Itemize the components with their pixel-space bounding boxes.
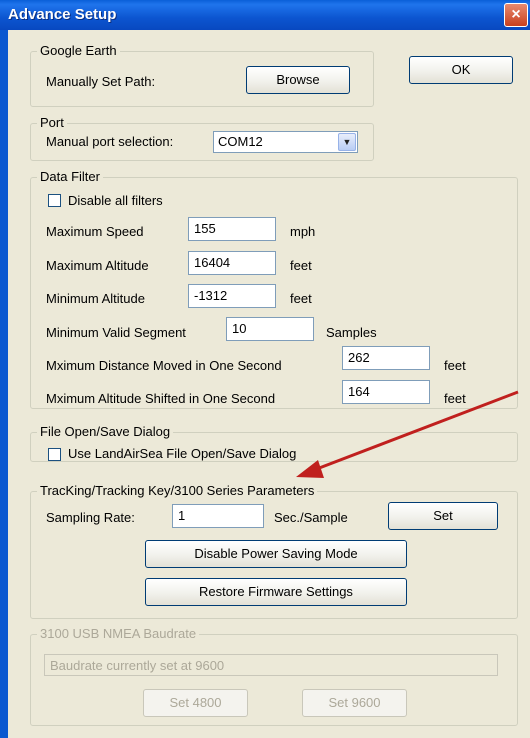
window-border [0, 30, 8, 738]
port-selected-value: COM12 [218, 134, 263, 149]
max-altitude-input[interactable]: 16404 [188, 251, 276, 275]
disable-power-saving-button[interactable]: Disable Power Saving Mode [145, 540, 407, 568]
max-distance-label: Mximum Distance Moved in One Second [46, 358, 282, 373]
min-altitude-label: Minimum Altitude [46, 291, 145, 306]
min-segment-label: Minimum Valid Segment [46, 325, 186, 340]
google-earth-legend: Google Earth [37, 43, 120, 58]
max-speed-input[interactable]: 155 [188, 217, 276, 241]
data-filter-legend: Data Filter [37, 169, 103, 184]
port-select[interactable]: COM12 ▼ [213, 131, 358, 153]
set-9600-button[interactable]: Set 9600 [302, 689, 407, 717]
landairsea-dialog-checkbox[interactable] [48, 448, 61, 461]
manual-path-label: Manually Set Path: [46, 74, 156, 89]
set-4800-button[interactable]: Set 4800 [143, 689, 248, 717]
port-legend: Port [37, 115, 67, 130]
sampling-rate-label: Sampling Rate: [46, 510, 135, 525]
disable-filters-checkbox[interactable] [48, 194, 61, 207]
title-bar[interactable]: Advance Setup × [0, 0, 530, 30]
min-segment-unit: Samples [326, 325, 377, 340]
restore-firmware-button[interactable]: Restore Firmware Settings [145, 578, 407, 606]
max-speed-label: Maximum Speed [46, 224, 144, 239]
sampling-rate-input[interactable]: 1 [172, 504, 264, 528]
sampling-rate-unit: Sec./Sample [274, 510, 348, 525]
min-altitude-input[interactable]: -1312 [188, 284, 276, 308]
ok-button[interactable]: OK [409, 56, 513, 84]
advance-setup-window: Advance Setup × Google Earth Manually Se… [0, 0, 530, 738]
max-distance-unit: feet [444, 358, 466, 373]
max-alt-shift-label: Mximum Altitude Shifted in One Second [46, 391, 276, 406]
file-dialog-legend: File Open/Save Dialog [37, 424, 174, 439]
baudrate-status-field: Baudrate currently set at 9600 [44, 654, 498, 676]
max-alt-shift-unit: feet [444, 391, 466, 406]
window-title: Advance Setup [8, 6, 117, 23]
port-selection-label: Manual port selection: [46, 134, 174, 149]
nmea-baudrate-group: 3100 USB NMEA Baudrate [30, 626, 518, 726]
landairsea-dialog-label: Use LandAirSea File Open/Save Dialog [68, 446, 297, 461]
tracking-legend: TracKing/Tracking Key/3100 Series Parame… [37, 483, 318, 498]
max-alt-shift-input[interactable]: 164 [342, 380, 430, 404]
chevron-down-icon[interactable]: ▼ [338, 133, 356, 151]
min-segment-input[interactable]: 10 [226, 317, 314, 341]
max-speed-unit: mph [290, 224, 316, 239]
min-altitude-unit: feet [290, 291, 312, 306]
browse-button[interactable]: Browse [246, 66, 350, 94]
max-altitude-label: Maximum Altitude [46, 258, 149, 273]
set-sampling-button[interactable]: Set [388, 502, 498, 530]
nmea-baudrate-legend: 3100 USB NMEA Baudrate [37, 626, 200, 641]
disable-filters-label: Disable all filters [68, 193, 163, 208]
close-icon[interactable]: × [504, 3, 528, 27]
max-altitude-unit: feet [290, 258, 312, 273]
max-distance-input[interactable]: 262 [342, 346, 430, 370]
